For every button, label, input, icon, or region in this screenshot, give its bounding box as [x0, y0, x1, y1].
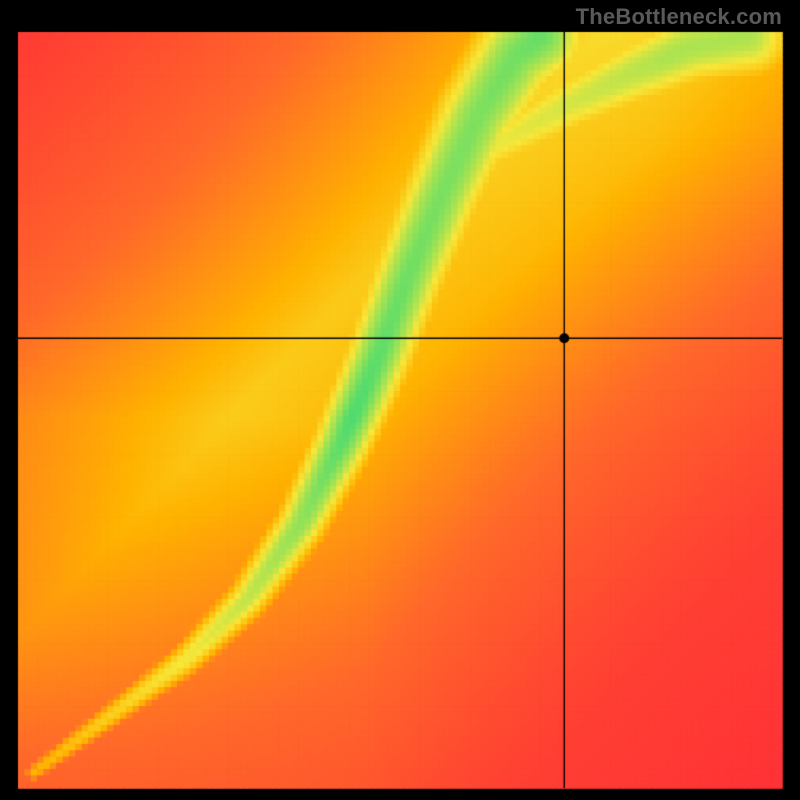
- watermark-label: TheBottleneck.com: [576, 4, 782, 30]
- chart-stage: TheBottleneck.com: [0, 0, 800, 800]
- heatmap-canvas: [0, 0, 800, 800]
